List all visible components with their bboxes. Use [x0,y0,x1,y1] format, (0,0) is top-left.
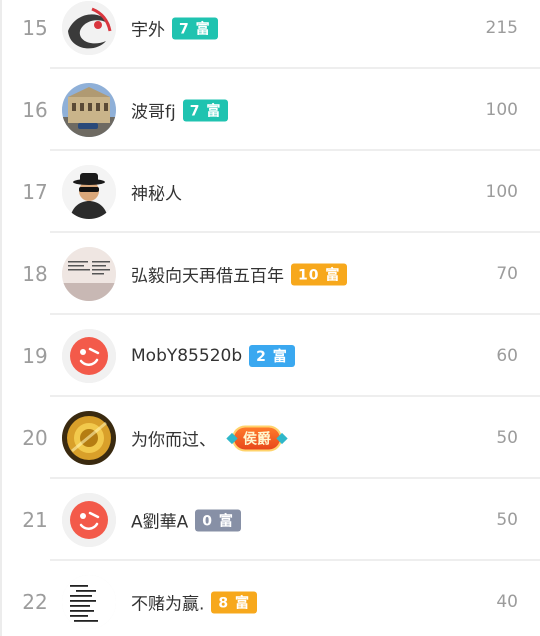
score-value: 215 [485,18,518,38]
leaderboard-row[interactable]: 15 宇外 7 富 215 [0,0,540,69]
score-value: 100 [485,182,518,202]
wealth-badge: 10 富 [291,263,348,285]
wealth-badge: 0 富 [195,509,241,531]
user-name[interactable]: MobY85520b [131,346,242,366]
rank-number: 17 [22,180,48,204]
text-note-avatar[interactable] [62,575,116,629]
rank-number: 16 [22,98,48,122]
weibo-default-avatar[interactable] [62,329,116,383]
user-name[interactable]: 波哥fj [131,98,176,123]
wealth-badge: 8 富 [211,591,258,613]
gold-coin-avatar[interactable] [62,411,116,465]
text-image-avatar[interactable] [62,247,116,301]
score-value: 60 [496,346,518,366]
leaderboard-row[interactable]: 22 不赌为赢. 8 富 40 [0,561,540,636]
user-name[interactable]: 为你而过、 [131,426,216,451]
ink-swirl-avatar[interactable] [62,1,116,55]
score-value: 70 [496,264,518,284]
weibo-default-avatar[interactable] [62,493,116,547]
building-avatar[interactable] [62,83,116,137]
rank-number: 15 [22,16,48,40]
score-value: 100 [485,100,518,120]
rank-number: 21 [22,508,48,532]
wealth-badge: 7 富 [182,99,229,121]
score-value: 50 [496,510,518,530]
leaderboard-row[interactable]: 19 MobY85520b 2 富 60 [0,315,540,397]
leaderboard-row[interactable]: 20 为你而过、 侯爵 50 [0,397,540,479]
leaderboard-row[interactable]: 18 弘毅向天再借五百年 10 富 70 [0,233,540,315]
leaderboard-row[interactable]: 21 A劉華A 0 富 50 [0,479,540,561]
score-value: 40 [496,592,518,612]
leaderboard-list: 15 宇外 7 富 215 16 波哥fj 7 富 100 17 神秘人 100… [0,0,540,636]
rank-number: 19 [22,344,48,368]
rank-number: 18 [22,262,48,286]
user-name[interactable]: 神秘人 [131,180,182,205]
user-name[interactable]: 不赌为赢. [131,590,204,615]
wealth-badge: 7 富 [172,17,218,39]
user-name[interactable]: 宇外 [131,16,165,41]
user-name[interactable]: A劉華A [131,508,188,533]
wealth-badge: 2 富 [249,345,295,367]
marquis-title-badge: 侯爵 [234,427,280,449]
leaderboard-row[interactable]: 17 神秘人 100 [0,151,540,233]
rank-number: 22 [22,590,48,614]
user-name[interactable]: 弘毅向天再借五百年 [131,262,284,287]
rank-number: 20 [22,426,48,450]
score-value: 50 [496,428,518,448]
leaderboard-row[interactable]: 16 波哥fj 7 富 100 [0,69,540,151]
mystery-man-avatar[interactable] [62,165,116,219]
